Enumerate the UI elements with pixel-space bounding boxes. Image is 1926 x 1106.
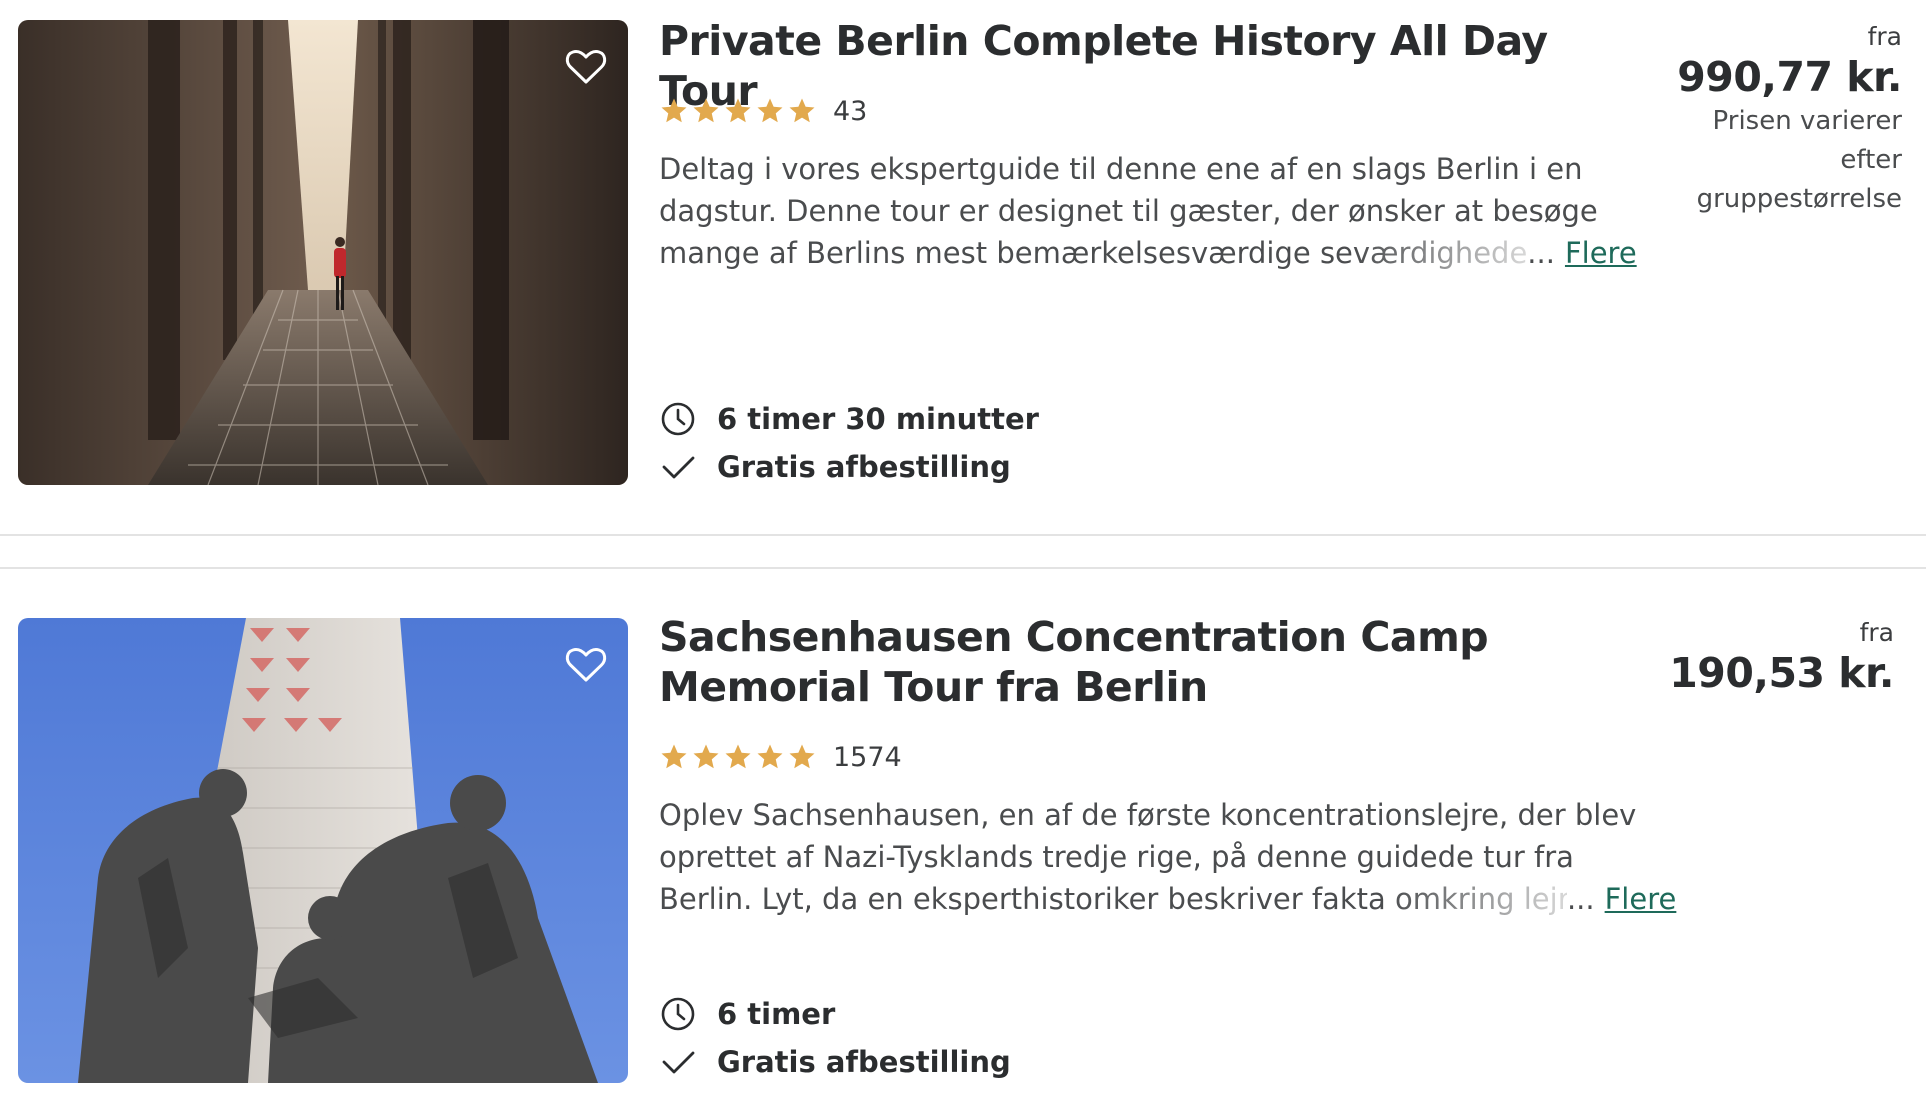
listing-title-line: Sachsenhausen Concentration Camp: [659, 613, 1489, 661]
star-icon: [757, 744, 783, 769]
listing-title[interactable]: Sachsenhausen Concentration Camp Memoria…: [659, 612, 1529, 712]
listing-features: 6 timer 30 minutter Gratis afbestilling: [659, 395, 1039, 491]
star-icon: [725, 98, 751, 123]
rating: 43: [659, 92, 867, 130]
listing-card[interactable]: Private Berlin Complete History All Day …: [0, 0, 1926, 500]
review-count: 43: [833, 95, 868, 127]
search-results-page: Private Berlin Complete History All Day …: [0, 0, 1926, 1106]
rating: 1574: [659, 738, 902, 776]
description-line: Deltag i vores ekspertguide til denne en…: [659, 152, 1583, 186]
description-line: mange af Berlins mest bemærkelsesværdige…: [659, 232, 1637, 274]
listing-description: Deltag i vores ekspertguide til denne en…: [659, 148, 1637, 274]
more-link[interactable]: Flere: [1605, 882, 1677, 916]
cancellation-row: Gratis afbestilling: [659, 1038, 1011, 1086]
description-line-text: Berlin. Lyt, da en eksperthistoriker bes…: [659, 882, 1567, 916]
star-icon: [693, 744, 719, 769]
cancellation-text: Gratis afbestilling: [717, 1045, 1011, 1079]
star-icon: [661, 744, 687, 769]
listing-features: 6 timer Gratis afbestilling: [659, 990, 1011, 1086]
duration-text: 6 timer: [717, 997, 836, 1031]
price-note-line: Prisen varierer: [1712, 106, 1902, 136]
description-line: Oplev Sachsenhausen, en af de første kon…: [659, 798, 1637, 832]
checkmark-icon: [662, 456, 695, 479]
duration-row: 6 timer: [659, 990, 1011, 1038]
clock-icon: [661, 997, 695, 1031]
listing-title-line: Memorial Tour fra Berlin: [659, 663, 1208, 711]
star-icon: [757, 98, 783, 123]
listing-card[interactable]: Sachsenhausen Concentration Camp Memoria…: [0, 598, 1926, 1098]
ellipsis: ...: [1527, 236, 1555, 270]
duration-text: 6 timer 30 minutter: [717, 402, 1039, 436]
heart-outline-icon: [565, 50, 607, 84]
description-line-text: mange af Berlins mest bemærkelsesværdige…: [659, 236, 1528, 270]
clock-icon: [661, 402, 695, 436]
description-line: Berlin. Lyt, da en eksperthistoriker bes…: [659, 878, 1676, 920]
star-icon: [789, 744, 815, 769]
divider: [0, 534, 1926, 536]
star-icon: [789, 98, 815, 123]
listing-description: Oplev Sachsenhausen, en af de første kon…: [659, 794, 1676, 920]
price-note: Prisen varierer efter gruppestørrelse: [1682, 102, 1902, 219]
duration-row: 6 timer 30 minutter: [659, 395, 1039, 443]
price-amount: 190,53 kr.: [1669, 649, 1894, 697]
star-icon: [725, 744, 751, 769]
star-rating: [659, 96, 817, 126]
ellipsis: ...: [1566, 882, 1595, 916]
cancellation-row: Gratis afbestilling: [659, 443, 1039, 491]
price-note-line: efter: [1840, 145, 1902, 175]
price-amount: 990,77 kr.: [1677, 53, 1902, 101]
star-icon: [661, 98, 687, 123]
description-line: oprettet af Nazi-Tysklands tredje rige, …: [659, 840, 1574, 874]
price-block: fra 190,53 kr.: [1669, 618, 1894, 698]
description-line: dagstur. Denne tour er designet til gæst…: [659, 194, 1598, 228]
favorite-button[interactable]: [562, 640, 610, 688]
heart-outline-icon: [565, 648, 607, 682]
price-note-line: gruppestørrelse: [1696, 184, 1902, 214]
divider: [0, 567, 1926, 569]
star-rating: [659, 742, 817, 772]
review-count: 1574: [833, 741, 902, 773]
star-icon: [693, 98, 719, 123]
favorite-button[interactable]: [562, 42, 610, 90]
price-block: fra 990,77 kr. Prisen varierer efter gru…: [1677, 22, 1902, 219]
checkmark-icon: [662, 1051, 695, 1074]
more-link[interactable]: Flere: [1565, 236, 1637, 270]
cancellation-text: Gratis afbestilling: [717, 450, 1011, 484]
holocaust-memorial-photo: [18, 20, 628, 485]
price-from-label: fra: [1859, 618, 1894, 647]
listing-image[interactable]: [18, 20, 628, 485]
sachsenhausen-memorial-photo: [18, 618, 628, 1083]
listing-image[interactable]: [18, 618, 628, 1083]
price-from-label: fra: [1867, 22, 1902, 51]
